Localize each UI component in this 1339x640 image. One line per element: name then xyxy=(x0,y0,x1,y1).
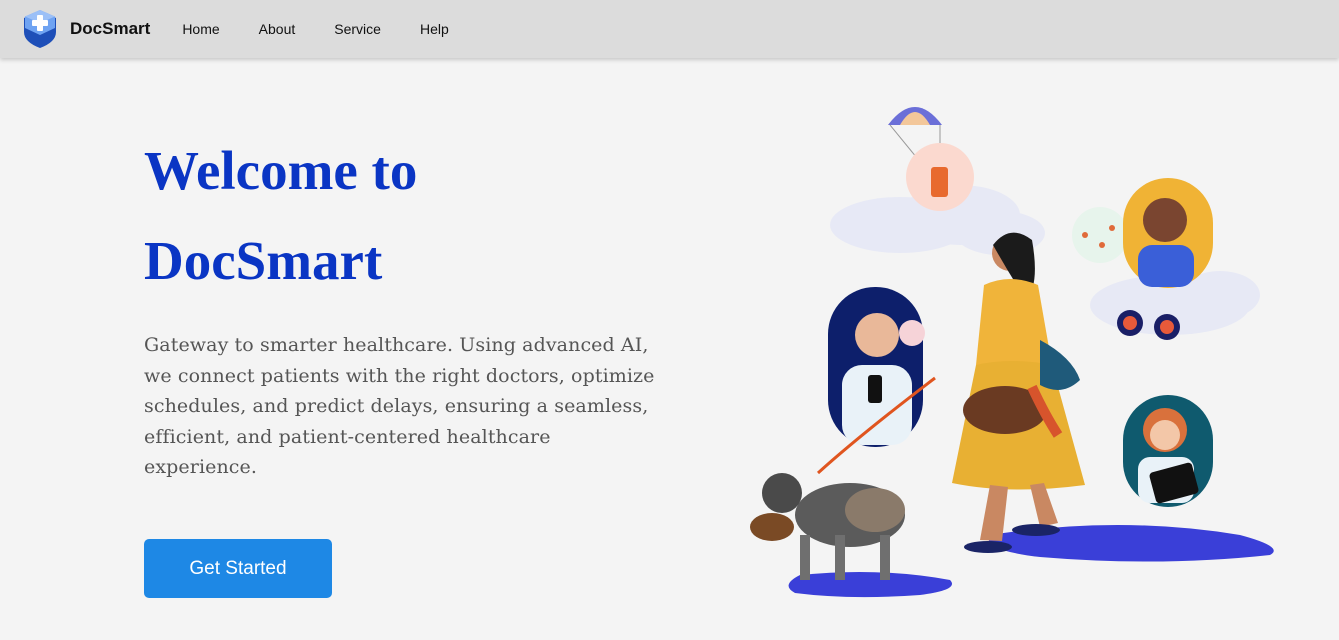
nav-help-link[interactable]: Help xyxy=(420,21,449,37)
dog-figure xyxy=(750,473,905,580)
hero-title: Welcome to DocSmart xyxy=(144,126,624,306)
brand-name: DocSmart xyxy=(70,19,151,38)
shield-plus-icon xyxy=(24,10,56,48)
brand[interactable]: DocSmart xyxy=(19,8,150,50)
hero-title-line-2: DocSmart xyxy=(144,230,383,291)
nav-service-link[interactable]: Service xyxy=(334,21,381,37)
parachute-icon xyxy=(888,107,974,211)
nav-home-link[interactable]: Home xyxy=(182,21,219,37)
nurse-portrait xyxy=(1123,395,1213,507)
nav-links: Home About Service Help xyxy=(182,21,487,37)
top-navbar: DocSmart Home About Service Help xyxy=(0,0,1339,58)
map-bubble xyxy=(1072,207,1128,263)
hero-description: Gateway to smarter healthcare. Using adv… xyxy=(144,334,655,478)
healthcare-illustration xyxy=(750,107,1274,598)
support-portrait xyxy=(1123,178,1213,288)
hero-title-line-1: Welcome to xyxy=(144,140,418,201)
nav-about-link[interactable]: About xyxy=(259,21,296,37)
get-started-button[interactable]: Get Started xyxy=(144,539,332,598)
